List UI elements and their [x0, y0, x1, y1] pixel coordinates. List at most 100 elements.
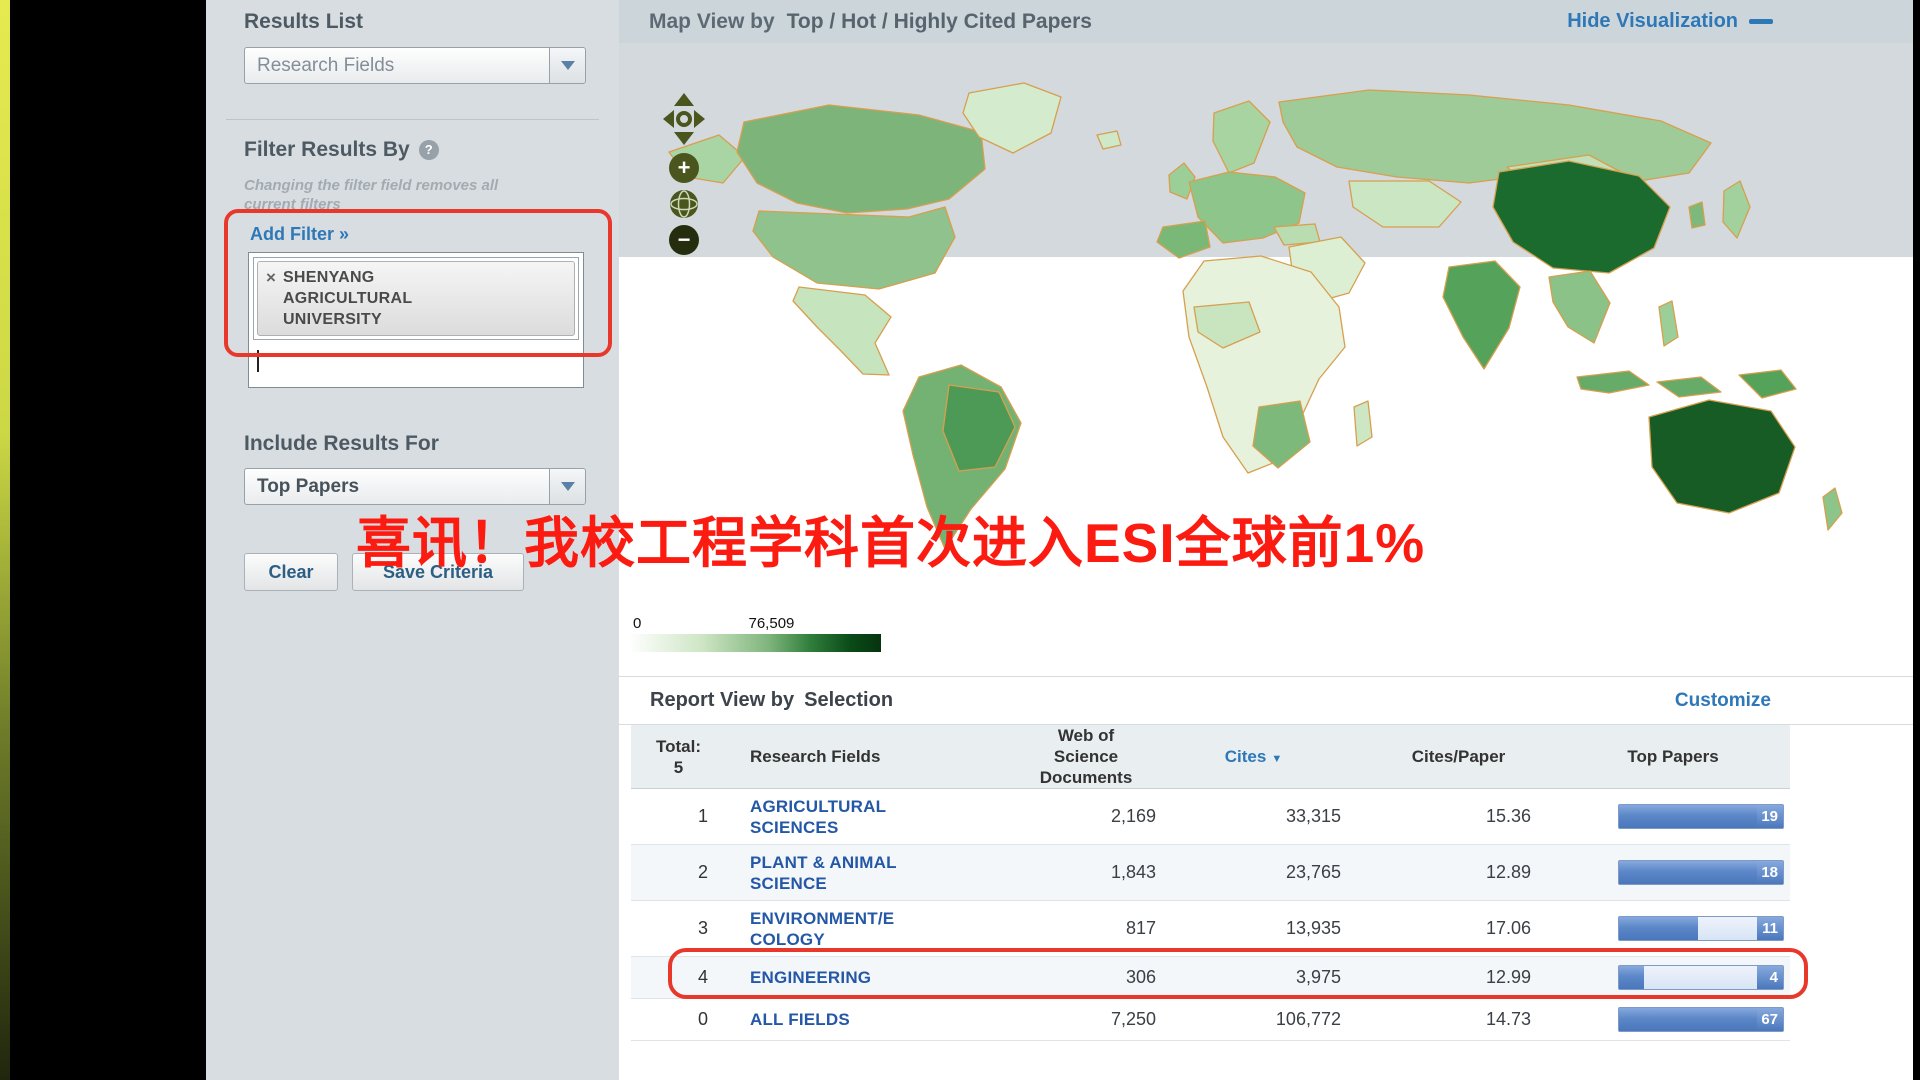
top-papers-value: 19 [1761, 805, 1778, 828]
pan-down-icon[interactable] [674, 132, 694, 145]
map-region[interactable] [1097, 131, 1121, 149]
map-region[interactable] [1549, 271, 1610, 343]
pan-right-icon[interactable] [694, 110, 705, 128]
map-region[interactable] [1279, 90, 1711, 183]
column-header-research-fields[interactable]: Research Fields [726, 747, 1026, 767]
add-filter-link[interactable]: Add Filter » [250, 224, 349, 245]
map-view-label: Map View by [649, 10, 775, 34]
top-papers-bar[interactable]: 19 [1618, 804, 1784, 829]
report-table: Total: 5 Research Fields Web of Science … [631, 725, 1790, 1041]
results-list-dropdown[interactable]: Research Fields [244, 47, 586, 84]
table-row: 1 AGRICULTURAL SCIENCES 2,169 33,315 15.… [631, 789, 1790, 845]
map-region[interactable] [1659, 301, 1678, 346]
field-link[interactable]: AGRICULTURAL SCIENCES [726, 796, 886, 838]
map-region[interactable] [1649, 400, 1795, 513]
filter-tag-container: × SHENYANG AGRICULTURAL UNIVERSITY [253, 257, 579, 340]
row-rank: 3 [631, 918, 726, 939]
hide-visualization-label: Hide Visualization [1567, 10, 1738, 33]
chevron-down-icon [561, 482, 575, 491]
total-count: Total: 5 [631, 736, 726, 778]
hide-visualization-minus-icon [1749, 19, 1773, 24]
map-region[interactable] [793, 287, 891, 375]
zoom-out-button[interactable]: − [669, 225, 699, 255]
zoom-in-button[interactable]: + [669, 153, 699, 183]
table-header-row: Total: 5 Research Fields Web of Science … [631, 725, 1790, 789]
map-view-title: Map View by Top / Hot / Highly Cited Pap… [649, 10, 1092, 34]
pan-center-icon[interactable] [678, 113, 690, 125]
map-region[interactable] [753, 207, 955, 289]
top-papers-bar[interactable]: 4 [1618, 965, 1784, 990]
map-region[interactable] [1723, 181, 1750, 238]
top-papers-value: 18 [1761, 861, 1778, 884]
sidebar-divider [226, 119, 599, 120]
row-rank: 2 [631, 862, 726, 883]
help-icon[interactable]: ? [419, 140, 439, 160]
pan-left-icon[interactable] [663, 110, 674, 128]
top-papers-bar[interactable]: 11 [1618, 916, 1784, 941]
legend-min-label: 0 [633, 615, 641, 632]
results-list-dropdown-value: Research Fields [245, 55, 394, 77]
map-region[interactable] [1577, 371, 1649, 393]
report-view-label: Report View by [650, 689, 794, 712]
background-stripe [0, 0, 10, 1080]
map-region[interactable] [1823, 488, 1842, 530]
chevron-down-icon [561, 61, 575, 70]
row-rank: 0 [631, 1009, 726, 1030]
row-cites-per-paper: 12.99 [1361, 967, 1556, 988]
globe-icon [670, 190, 698, 218]
remove-filter-icon[interactable]: × [266, 267, 276, 330]
row-docs: 817 [1026, 918, 1186, 939]
field-link[interactable]: ENGINEERING [726, 967, 871, 988]
row-cites-per-paper: 15.36 [1361, 806, 1556, 827]
filter-results-by-title: Filter Results By [244, 138, 410, 162]
include-results-dropdown-value: Top Papers [245, 476, 359, 498]
map-region[interactable] [1354, 401, 1372, 446]
top-papers-bar[interactable]: 67 [1618, 1007, 1784, 1032]
filter-input-box[interactable]: × SHENYANG AGRICULTURAL UNIVERSITY [248, 252, 584, 388]
legend-gradient-bar [631, 634, 881, 652]
top-papers-bar[interactable]: 18 [1618, 860, 1784, 885]
map-controls: + − [661, 93, 707, 255]
map-region[interactable] [1443, 261, 1520, 369]
map-region[interactable] [737, 105, 985, 213]
map-region[interactable] [1739, 370, 1796, 398]
row-docs: 2,169 [1026, 806, 1186, 827]
announcement-text: 喜讯！我校工程学科首次进入ESI全球前1% [356, 498, 1425, 578]
customize-link[interactable]: Customize [1675, 690, 1771, 712]
field-link[interactable]: PLANT & ANIMAL SCIENCE [726, 852, 897, 894]
map-region[interactable] [1689, 202, 1705, 228]
report-view-header: Report View by Selection Customize [619, 676, 1913, 725]
bar-fill [1619, 861, 1763, 884]
top-papers-value: 67 [1761, 1008, 1778, 1031]
include-results-title: Include Results For [244, 432, 439, 456]
map-region[interactable] [1657, 377, 1721, 397]
map-region[interactable] [1157, 221, 1210, 258]
globe-reset-button[interactable] [669, 189, 699, 219]
report-view-value: Selection [804, 689, 893, 712]
top-papers-value: 4 [1770, 966, 1778, 989]
column-header-wos-documents[interactable]: Web of Science Documents [1026, 725, 1186, 788]
column-header-cites-per-paper[interactable]: Cites/Paper [1361, 747, 1556, 767]
field-link[interactable]: ALL FIELDS [726, 1009, 850, 1030]
table-row: 3 ENVIRONMENT/E COLOGY 817 13,935 17.06 … [631, 901, 1790, 957]
text-cursor [257, 350, 259, 372]
pan-up-icon[interactable] [674, 93, 694, 106]
column-header-cites[interactable]: Cites▼ [1186, 747, 1361, 767]
clear-button[interactable]: Clear [244, 553, 338, 591]
bar-fill [1619, 966, 1644, 989]
hide-visualization-link[interactable]: Hide Visualization [1567, 10, 1773, 33]
row-rank: 4 [631, 967, 726, 988]
table-row-engineering: 4 ENGINEERING 306 3,975 12.99 4 [631, 957, 1790, 999]
table-row-all-fields: 0 ALL FIELDS 7,250 106,772 14.73 67 [631, 999, 1790, 1041]
map-visualization: + − 0 76,509 [619, 43, 1913, 676]
bar-fill [1619, 805, 1772, 828]
row-docs: 7,250 [1026, 1009, 1186, 1030]
map-pan-control[interactable] [661, 93, 707, 147]
row-cites-per-paper: 12.89 [1361, 862, 1556, 883]
dropdown-button[interactable] [549, 48, 585, 83]
field-link[interactable]: ENVIRONMENT/E COLOGY [726, 908, 894, 950]
filter-tag: × SHENYANG AGRICULTURAL UNIVERSITY [257, 261, 575, 336]
column-header-top-papers[interactable]: Top Papers [1556, 747, 1790, 767]
map-region[interactable] [1213, 101, 1270, 173]
map-region[interactable] [1349, 181, 1461, 227]
